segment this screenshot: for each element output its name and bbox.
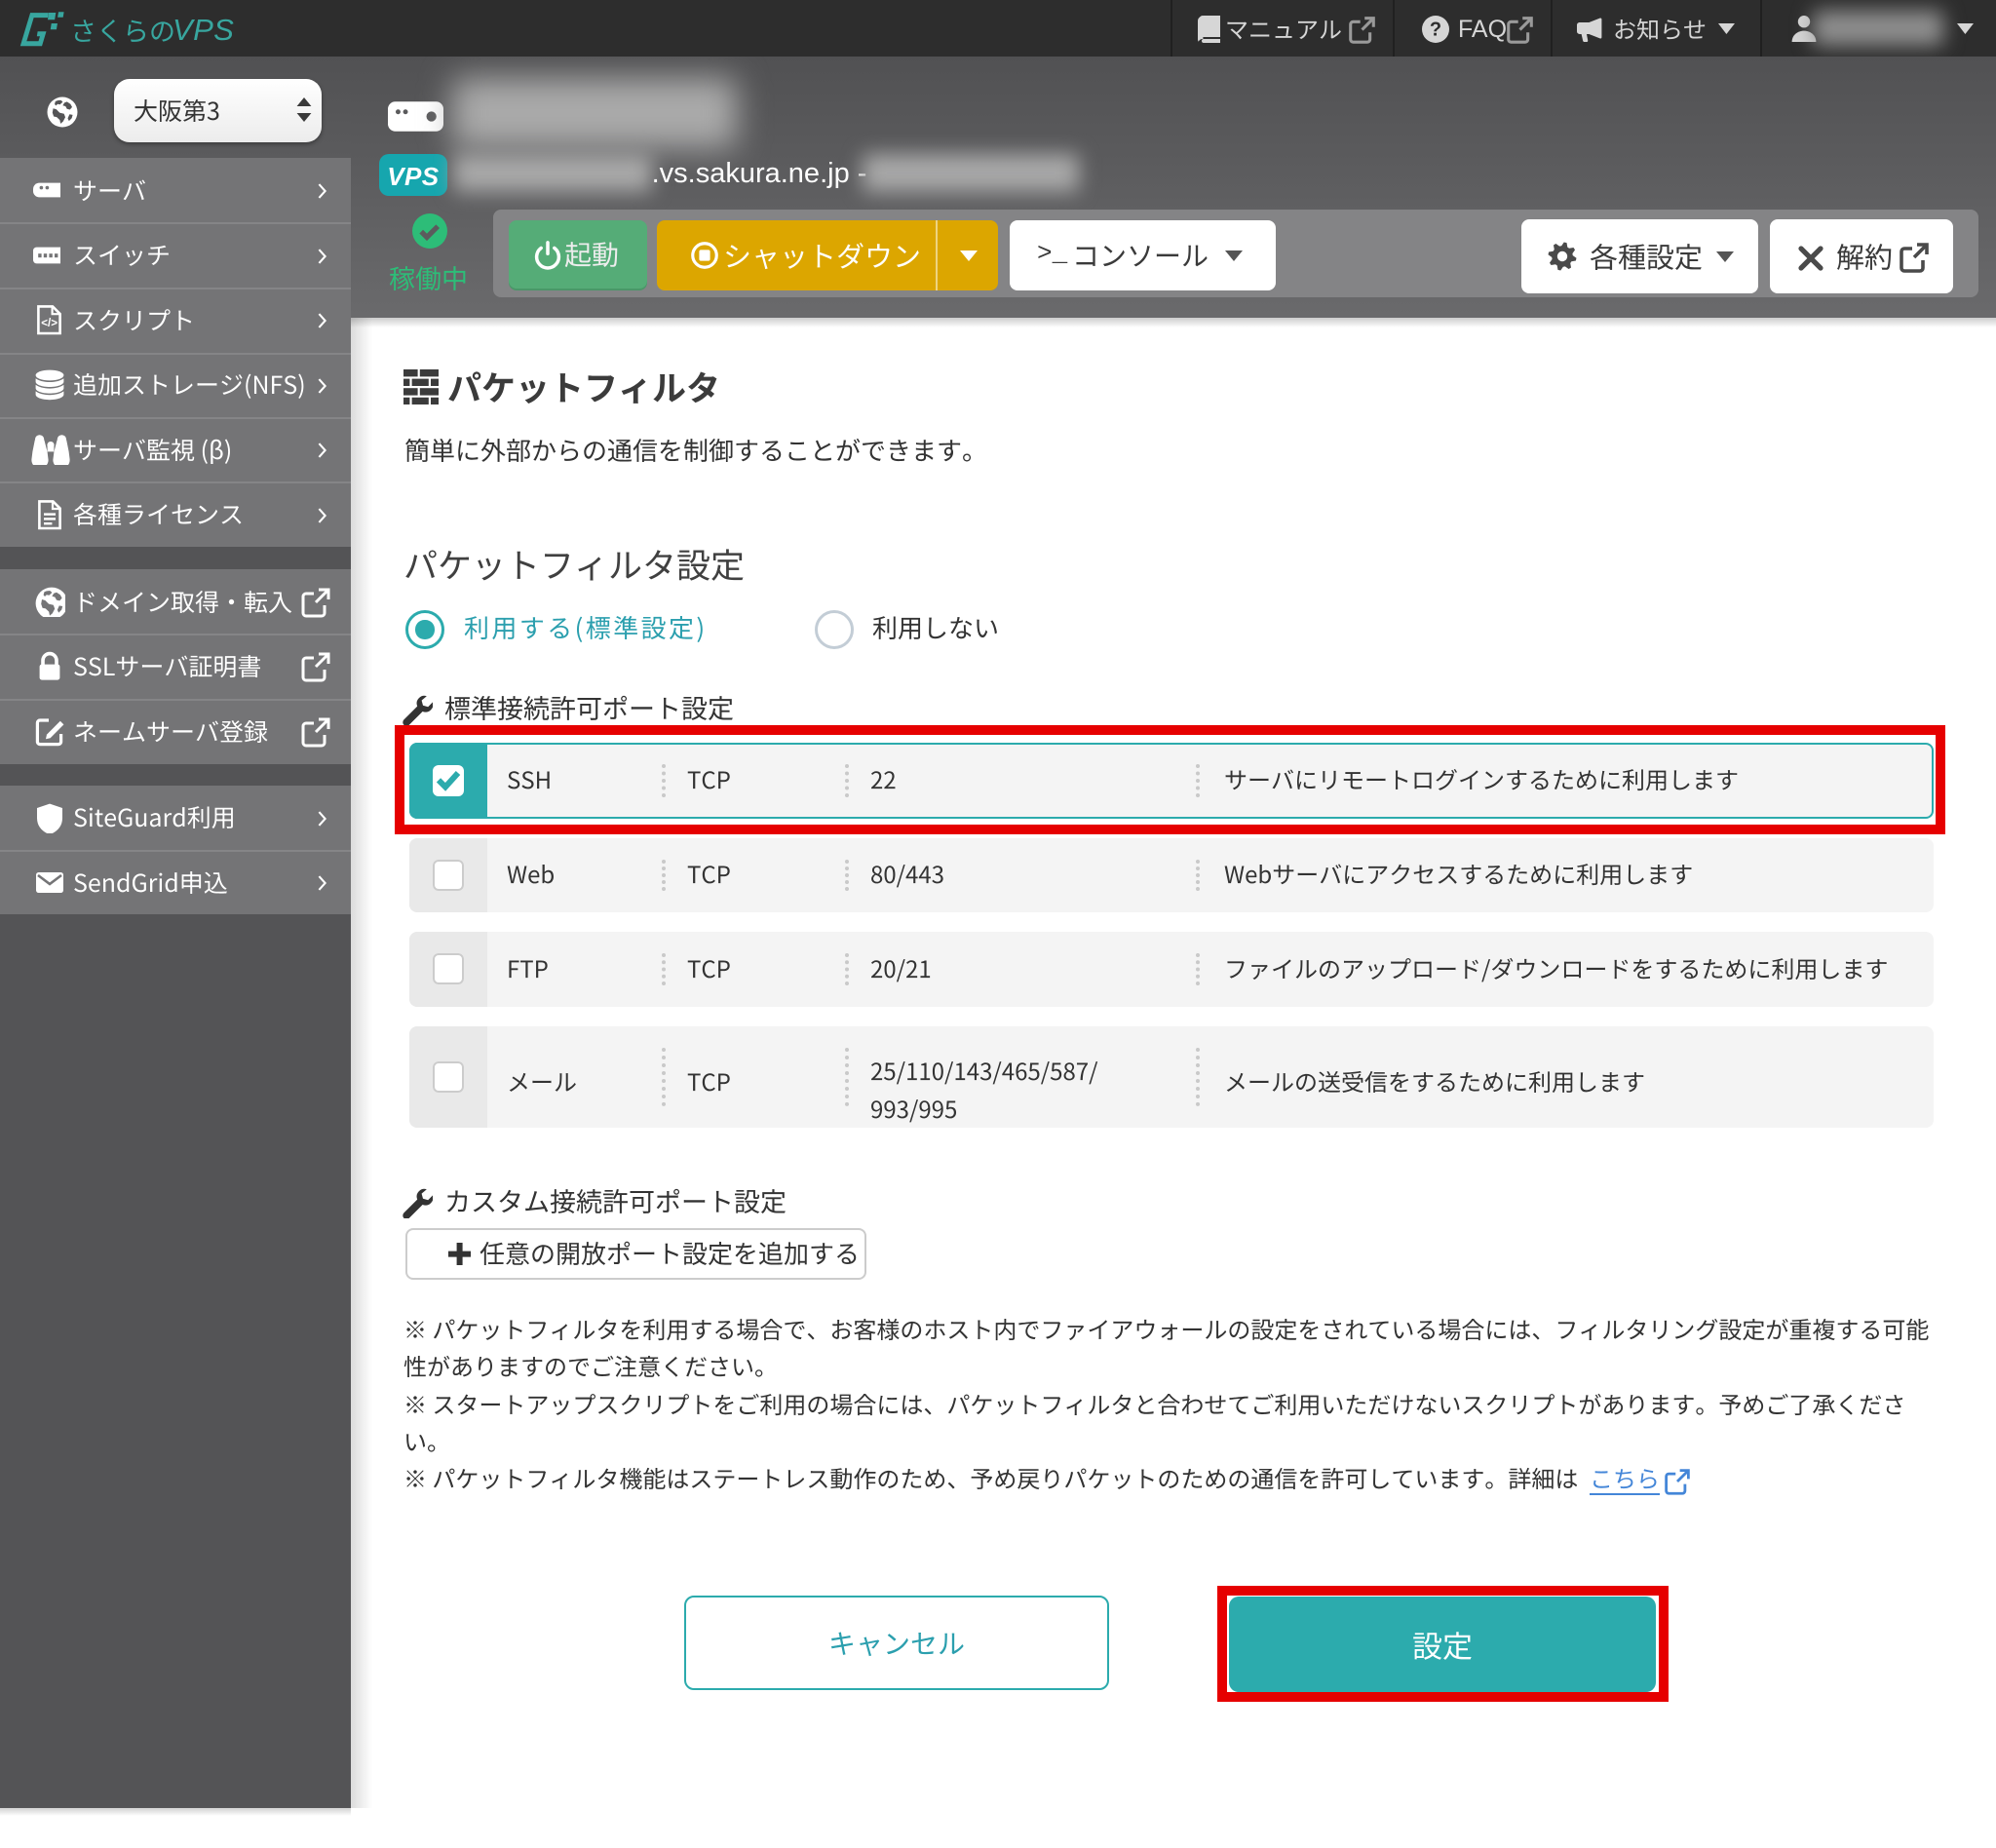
- svg-text:?: ?: [1430, 19, 1441, 40]
- svg-text:</>: </>: [41, 317, 58, 329]
